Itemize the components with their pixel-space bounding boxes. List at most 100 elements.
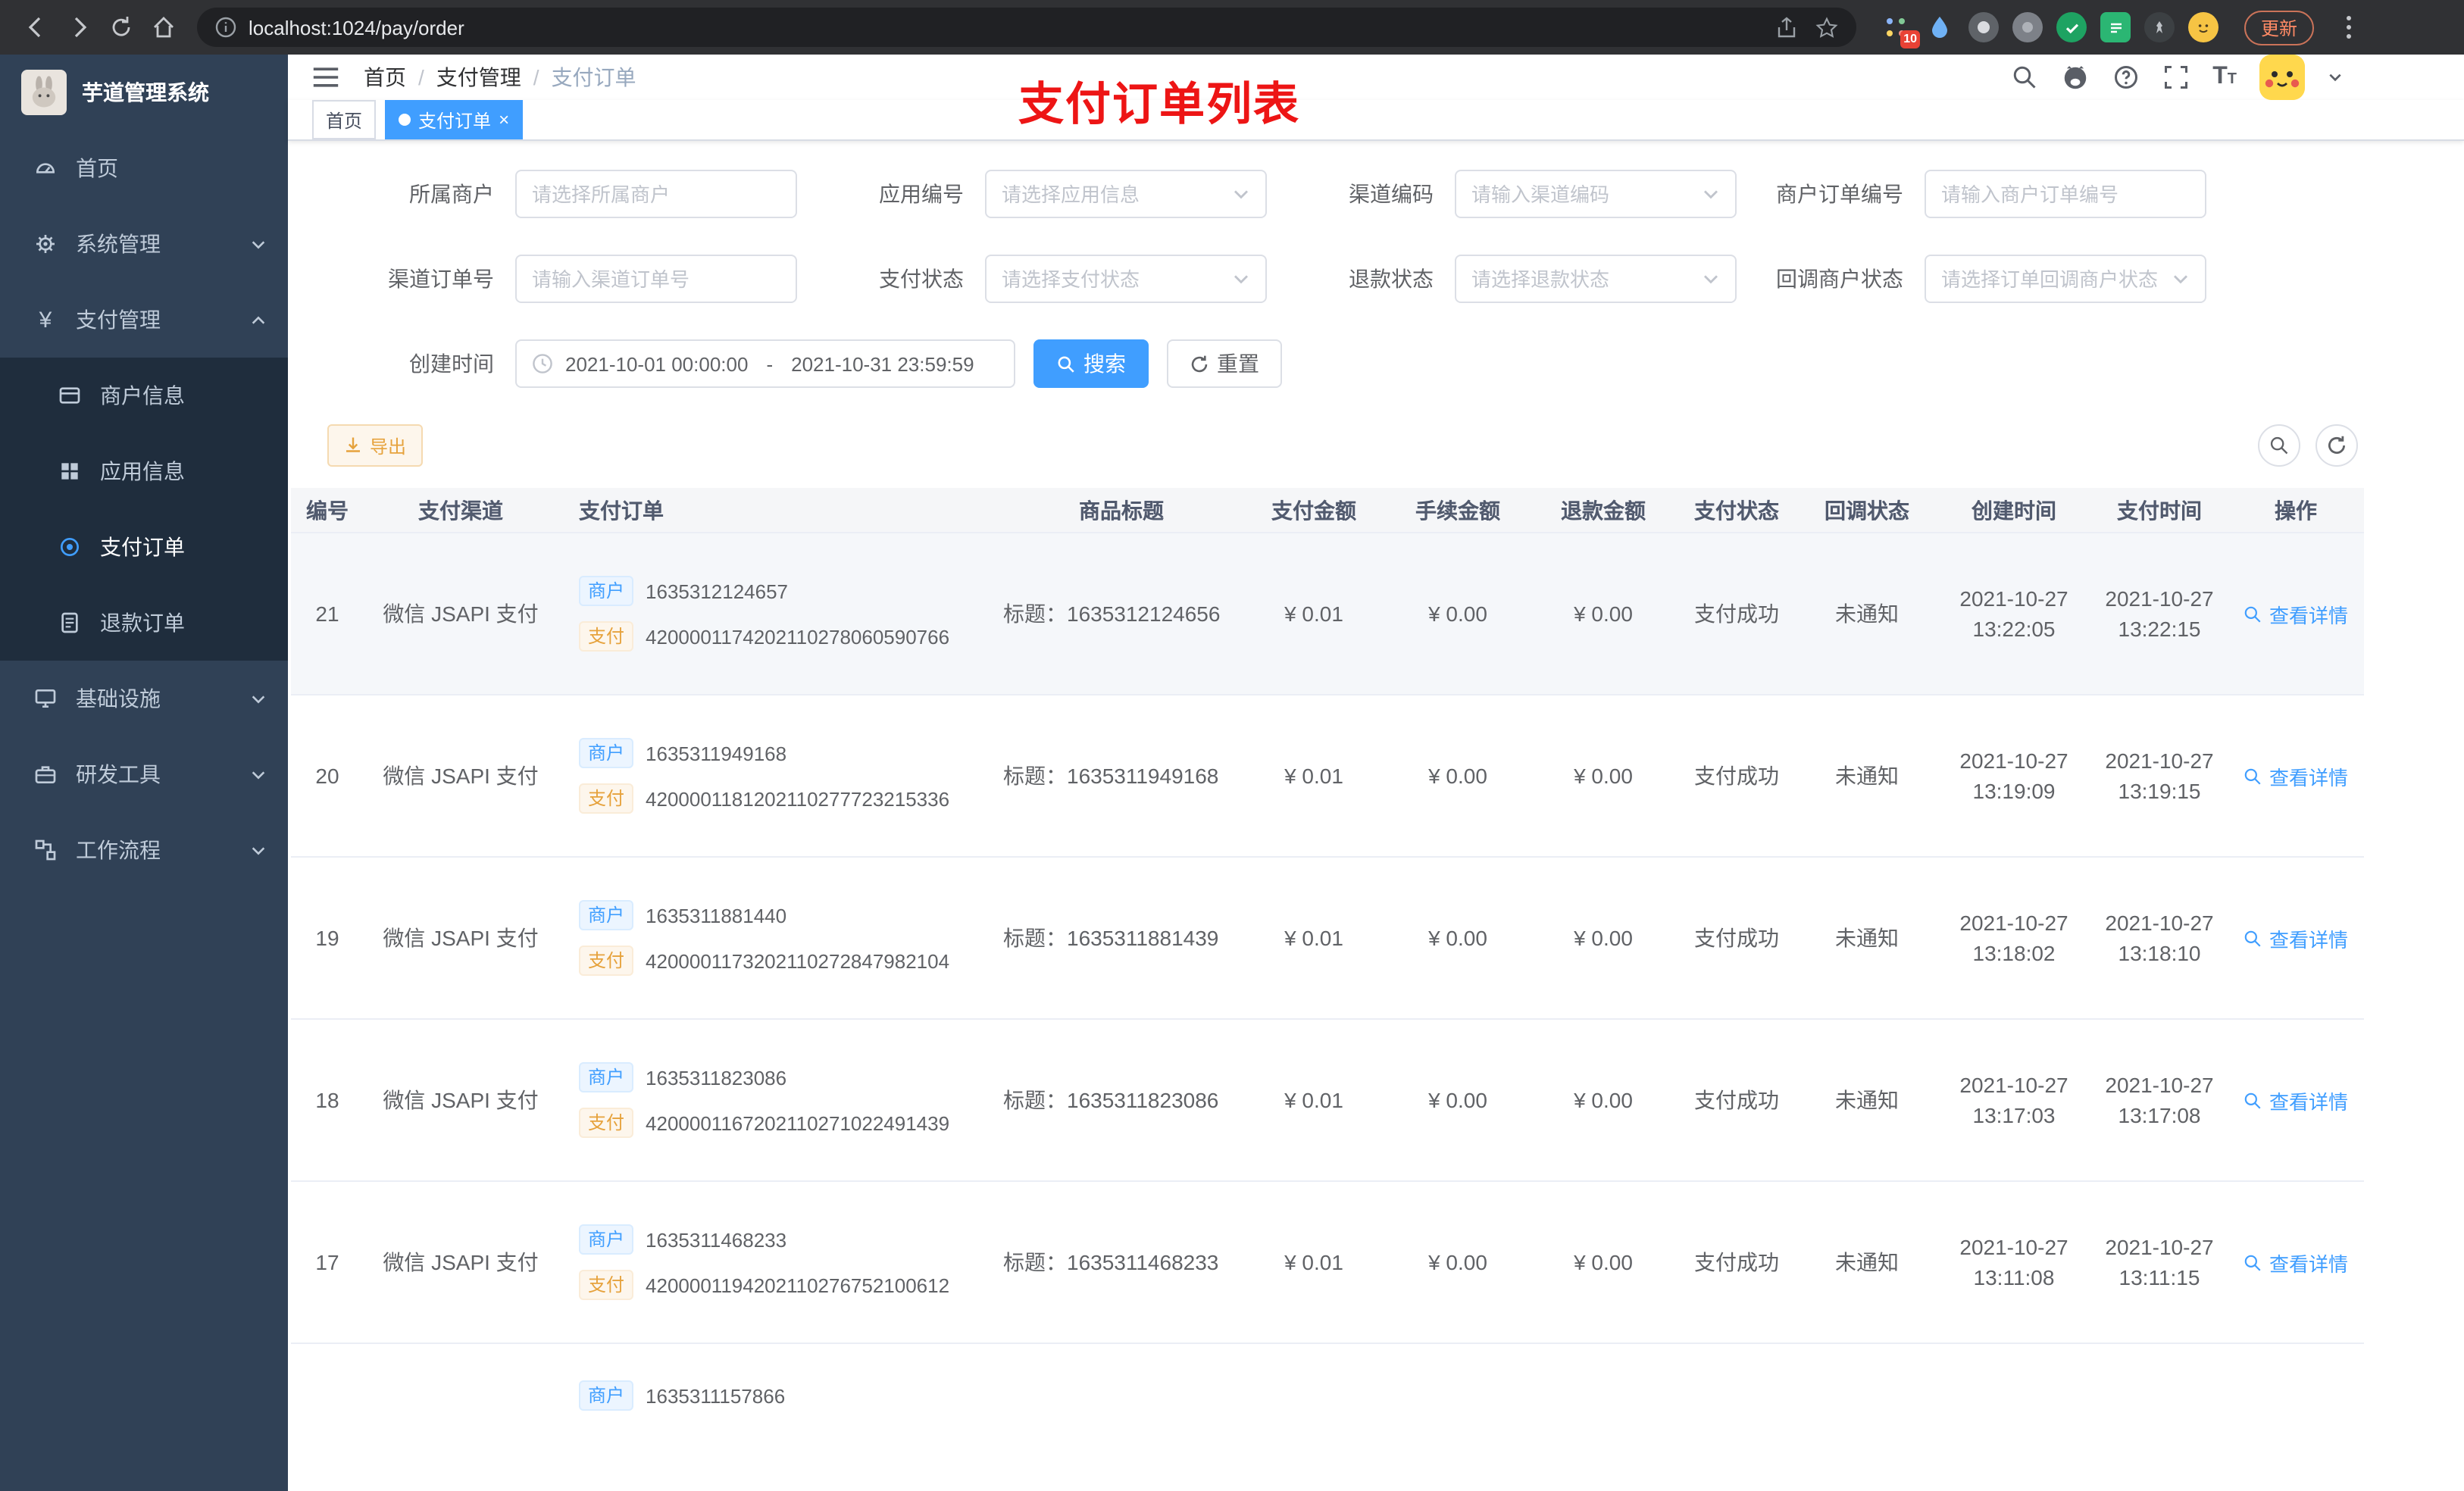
filter-input[interactable]: [532, 183, 780, 205]
filter-input[interactable]: [1002, 267, 1226, 290]
view-detail-link[interactable]: 查看详情: [2244, 599, 2348, 628]
card-icon: [58, 383, 82, 408]
cell-order-no: 商户 1635311468233 支付 4200001194202110276752…: [558, 1182, 1000, 1343]
cell-fee-amount: ¥ 0.00: [1428, 926, 1487, 950]
sidebar-item-system[interactable]: 系统管理: [0, 206, 288, 282]
reload-icon[interactable]: [100, 6, 142, 48]
export-button[interactable]: 导出: [327, 424, 424, 467]
view-detail-link[interactable]: 查看详情: [2244, 1086, 2348, 1114]
yen-icon: ¥: [39, 307, 52, 333]
sidebar-item-home[interactable]: 首页: [0, 130, 288, 206]
back-icon[interactable]: [15, 6, 58, 48]
menu-dots-icon[interactable]: [2328, 6, 2370, 48]
forward-icon[interactable]: [58, 6, 100, 48]
sidebar-item-payment[interactable]: ¥ 支付管理: [0, 282, 288, 358]
filter-input[interactable]: [1941, 183, 2190, 205]
view-detail-link[interactable]: 查看详情: [2244, 761, 2348, 790]
font-size-icon[interactable]: TT: [2212, 64, 2237, 89]
table-row[interactable]: 21 微信 JSAPI 支付 商户 1635312124657 支付 4200001…: [291, 533, 2364, 695]
tab-home[interactable]: 首页: [312, 100, 377, 139]
table-row[interactable]: 19 微信 JSAPI 支付 商户 1635311881440 支付 4200001…: [291, 858, 2364, 1020]
filter-field[interactable]: [1925, 170, 2206, 218]
fullscreen-icon[interactable]: [2162, 64, 2190, 91]
extension-check-icon[interactable]: [2056, 12, 2087, 42]
filter-field[interactable]: [1455, 170, 1737, 218]
filter-label: 创建时间: [409, 352, 494, 376]
filter-input[interactable]: [1471, 183, 1696, 205]
grid-icon: [58, 459, 82, 483]
breadcrumb-home[interactable]: 首页: [364, 62, 406, 92]
address-bar[interactable]: localhost:1024/pay/order: [197, 8, 1856, 47]
search-icon[interactable]: [2011, 64, 2038, 91]
search-button[interactable]: 搜索: [1033, 339, 1149, 388]
filter-field[interactable]: [515, 170, 797, 218]
sidebar-item-workflow[interactable]: 工作流程: [0, 812, 288, 888]
extension-circle-icon[interactable]: [2012, 12, 2043, 42]
extension-drop-icon[interactable]: [1925, 12, 1955, 42]
info-icon[interactable]: [215, 17, 236, 38]
filter-label: 商户订单编号: [1776, 182, 1903, 206]
help-icon[interactable]: [2112, 64, 2140, 91]
merchant-order-no: 1635311823086: [646, 1066, 787, 1089]
tab-pay-order[interactable]: 支付订单 ×: [385, 100, 524, 139]
sidebar-item-pay-order[interactable]: 支付订单: [0, 509, 288, 585]
toggle-search-button[interactable]: [2258, 424, 2300, 467]
hamburger-icon[interactable]: [312, 65, 339, 89]
extensions-area: 10 更新: [1881, 6, 2370, 48]
filter-field[interactable]: [1925, 255, 2206, 303]
extension-pin-icon[interactable]: [2144, 12, 2175, 42]
url-text[interactable]: localhost:1024/pay/order: [249, 16, 1776, 39]
share-icon[interactable]: [1776, 16, 1797, 39]
app-logo[interactable]: 芋道管理系统: [0, 55, 288, 130]
column-header: 创建时间: [1972, 498, 2056, 522]
sidebar-item-label: 支付管理: [76, 308, 161, 332]
cell-pay-status: [1676, 1344, 1797, 1491]
cell-notify-status: 未通知: [1835, 602, 1899, 626]
caret-down-icon[interactable]: [2328, 70, 2343, 85]
update-button[interactable]: 更新: [2244, 10, 2315, 45]
filter-input[interactable]: [532, 267, 780, 290]
extension-globe-icon[interactable]: [1968, 12, 1999, 42]
filter-input[interactable]: [1002, 183, 1226, 205]
filter-field[interactable]: [1455, 255, 1737, 303]
cell-channel: [364, 1344, 558, 1491]
date-end[interactable]: 2021-10-31 23:59:59: [791, 352, 974, 375]
sidebar-item-app-info[interactable]: 应用信息: [0, 433, 288, 509]
filter-field[interactable]: [985, 255, 1267, 303]
sidebar-item-merchant-info[interactable]: 商户信息: [0, 358, 288, 433]
sidebar-item-dev-tools[interactable]: 研发工具: [0, 736, 288, 812]
filter-input[interactable]: [1471, 267, 1696, 290]
reset-button[interactable]: 重置: [1167, 339, 1282, 388]
sidebar-item-refund-order[interactable]: 退款订单: [0, 585, 288, 661]
date-separator: -: [766, 352, 774, 375]
extension-grid-icon[interactable]: 10: [1881, 12, 1920, 48]
table-row[interactable]: 20 微信 JSAPI 支付 商户 1635311949168 支付 4200001…: [291, 695, 2364, 858]
sidebar-item-infra[interactable]: 基础设施: [0, 661, 288, 736]
payment-submenu: 商户信息 应用信息 支付订单 退款订单: [0, 358, 288, 661]
date-start[interactable]: 2021-10-01 00:00:00: [565, 352, 748, 375]
document-icon: [58, 611, 82, 635]
extension-chat-icon[interactable]: [2100, 12, 2131, 42]
refresh-button[interactable]: [2315, 424, 2358, 467]
cell-fee-amount: ¥ 0.00: [1428, 764, 1487, 788]
browser-profile-avatar[interactable]: [2188, 12, 2219, 42]
table-row[interactable]: 商户 1635311157866: [291, 1344, 2364, 1491]
github-icon[interactable]: [2061, 63, 2090, 92]
avatar[interactable]: [2259, 55, 2305, 100]
table-toolbar: 导出: [318, 424, 2434, 467]
filter-field[interactable]: [515, 255, 797, 303]
table-row[interactable]: 17 微信 JSAPI 支付 商户 1635311468233 支付 4200001…: [291, 1182, 2364, 1344]
close-tab-icon[interactable]: ×: [499, 111, 509, 129]
create-time-range-picker[interactable]: 2021-10-01 00:00:00 - 2021-10-31 23:59:5…: [515, 339, 1015, 388]
bookmark-star-icon[interactable]: [1815, 16, 1838, 39]
cell-title: 标题：1635312124656: [1003, 602, 1221, 626]
breadcrumb-pay-manage[interactable]: 支付管理: [436, 62, 521, 92]
filter-field[interactable]: [985, 170, 1267, 218]
view-detail-link[interactable]: 查看详情: [2244, 924, 2348, 952]
table-row[interactable]: 18 微信 JSAPI 支付 商户 1635311823086 支付 4200001…: [291, 1020, 2364, 1182]
merchant-order-no: 1635311949168: [646, 742, 787, 764]
view-detail-link[interactable]: 查看详情: [2244, 1248, 2348, 1277]
home-icon[interactable]: [142, 6, 185, 48]
filter-input[interactable]: [1941, 267, 2165, 290]
cell-id: [291, 1344, 364, 1491]
